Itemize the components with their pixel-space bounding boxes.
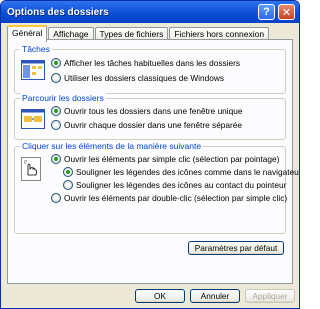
radio-show-common-tasks[interactable] bbox=[51, 58, 61, 68]
help-button[interactable]: ? bbox=[258, 4, 275, 20]
option-separate-window[interactable]: Ouvrir chaque dossier dans une fenêtre s… bbox=[51, 120, 242, 130]
tab-general[interactable]: Général bbox=[7, 25, 48, 42]
group-cliquer: Cliquer sur les éléments de la manière s… bbox=[14, 141, 299, 234]
restore-defaults-button[interactable]: Paramètres par défaut bbox=[188, 241, 284, 255]
radio-separate-window[interactable] bbox=[51, 120, 61, 130]
group-cliquer-title: Cliquer sur les éléments de la manière s… bbox=[20, 141, 204, 151]
option-classic-folders[interactable]: Utiliser les dossiers classiques de Wind… bbox=[51, 73, 224, 83]
general-tab-panel: Tâches Afficher les tâches habituelles d… bbox=[7, 39, 299, 284]
group-parcourir: Parcourir les dossiers Ouvrir tous les d… bbox=[14, 93, 286, 140]
tasks-window-icon bbox=[21, 60, 45, 80]
radio-classic-folders[interactable] bbox=[51, 73, 61, 83]
option-underline-browser-label: Souligner les légendes des icônes comme … bbox=[76, 167, 300, 177]
browse-folders-icon bbox=[21, 109, 45, 129]
option-underline-hover[interactable]: Souligner les légendes des icônes au con… bbox=[63, 180, 286, 190]
radio-single-window[interactable] bbox=[51, 106, 61, 116]
radio-underline-hover[interactable] bbox=[63, 180, 73, 190]
radio-single-click[interactable] bbox=[51, 154, 61, 164]
option-single-window-label: Ouvrir tous les dossiers dans une fenêtr… bbox=[64, 106, 243, 116]
group-taches-title: Tâches bbox=[20, 44, 52, 54]
group-taches: Tâches Afficher les tâches habituelles d… bbox=[14, 44, 286, 94]
option-underline-hover-label: Souligner les légendes des icônes au con… bbox=[76, 180, 287, 190]
ok-button[interactable]: OK bbox=[135, 289, 185, 303]
radio-underline-browser[interactable] bbox=[63, 167, 73, 177]
option-show-common-tasks[interactable]: Afficher les tâches habituelles dans les… bbox=[51, 58, 240, 68]
option-single-window[interactable]: Ouvrir tous les dossiers dans une fenêtr… bbox=[51, 106, 242, 116]
option-single-click-label: Ouvrir les éléments par simple clic (sél… bbox=[64, 154, 280, 164]
option-show-common-tasks-label: Afficher les tâches habituelles dans les… bbox=[64, 58, 241, 68]
option-underline-browser[interactable]: Souligner les légendes des icônes comme … bbox=[63, 167, 300, 177]
option-separate-window-label: Ouvrir chaque dossier dans une fenêtre s… bbox=[64, 120, 243, 130]
apply-button[interactable]: Appliquer bbox=[245, 289, 295, 303]
close-button[interactable]: ✕ bbox=[278, 4, 295, 20]
title-bar[interactable]: Options des dossiers ? ✕ bbox=[1, 1, 299, 23]
click-hand-icon bbox=[21, 157, 41, 181]
option-double-click[interactable]: Ouvrir les éléments par double-clic (sél… bbox=[51, 193, 287, 203]
cancel-button[interactable]: Annuler bbox=[190, 289, 240, 303]
radio-double-click[interactable] bbox=[51, 193, 61, 203]
option-classic-folders-label: Utiliser les dossiers classiques de Wind… bbox=[64, 73, 225, 83]
folder-options-window: Options des dossiers ? ✕ Général Afficha… bbox=[0, 0, 300, 309]
window-title: Options des dossiers bbox=[7, 6, 109, 18]
option-single-click[interactable]: Ouvrir les éléments par simple clic (sél… bbox=[51, 154, 279, 164]
group-parcourir-title: Parcourir les dossiers bbox=[20, 93, 106, 103]
option-double-click-label: Ouvrir les éléments par double-clic (sél… bbox=[64, 193, 288, 203]
